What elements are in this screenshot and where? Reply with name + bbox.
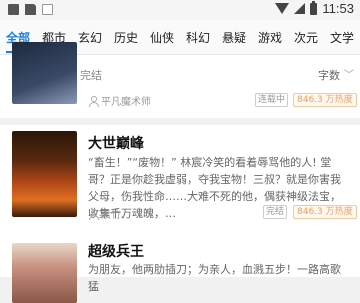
author-name: 素竹、 (101, 210, 131, 221)
sd-card-icon (25, 4, 36, 15)
status-badge: 完结 (263, 205, 288, 219)
author-name: 平凡魔术师 (101, 97, 151, 108)
filter-completed[interactable]: 完结 (80, 67, 102, 83)
book-cover[interactable] (12, 131, 77, 217)
book-card[interactable]: 超级兵王 为朋友，他两肋插刀；为亲人，血溅五步！一路高歌猛 (0, 235, 360, 303)
signal-icon (294, 3, 306, 14)
gallery-notification-icon (8, 4, 19, 15)
chevron-down-icon[interactable]: ﹀ (344, 66, 354, 81)
tab-game[interactable]: 游戏 (252, 29, 288, 46)
status-bar: 11:53 (0, 0, 360, 20)
tab-history[interactable]: 历史 (108, 29, 144, 46)
battery-icon (310, 0, 318, 15)
book-card[interactable]: 平凡魔术师 连载中 846.3 万热度 (0, 42, 360, 118)
notification-icon (42, 4, 53, 15)
status-badge: 连载中 (255, 93, 289, 107)
heat-badge: 846.3 万热度 (293, 205, 357, 219)
user-icon (88, 95, 99, 107)
book-cover[interactable] (12, 42, 77, 104)
tab-fantasy[interactable]: 玄幻 (72, 29, 108, 46)
book-title[interactable]: 大世巅峰 (88, 133, 144, 153)
book-intro: 为朋友，他两肋插刀；为亲人，血溅五步！一路高歌猛 (88, 263, 341, 293)
tab-mystery[interactable]: 悬疑 (216, 29, 252, 46)
book-cover[interactable] (12, 243, 77, 303)
tab-anime[interactable]: 次元 (288, 29, 324, 46)
tab-xianxia[interactable]: 仙侠 (144, 29, 180, 46)
tab-literature[interactable]: 文学 (324, 29, 360, 46)
clock: 11:53 (322, 1, 354, 16)
user-icon (88, 208, 99, 220)
wifi-icon (275, 3, 290, 14)
book-author: 平凡魔术师 (88, 93, 151, 108)
book-card[interactable]: 大世巅峰 “畜生！”“废物！” 林宸冷笑的看着辱骂他的人! 堂哥？正是你趁我虚弱… (0, 125, 360, 235)
book-list[interactable]: 平凡魔术师 连载中 846.3 万热度 大世巅峰 “畜生！”“废物！” 林宸冷笑… (0, 42, 360, 303)
tab-scifi[interactable]: 科幻 (180, 29, 216, 46)
heat-badge: 846.3 万热度 (293, 93, 357, 107)
sort-dropdown[interactable]: 字数 (318, 67, 340, 83)
book-title[interactable]: 超级兵王 (88, 241, 144, 261)
book-author: 素竹、 (88, 206, 131, 221)
